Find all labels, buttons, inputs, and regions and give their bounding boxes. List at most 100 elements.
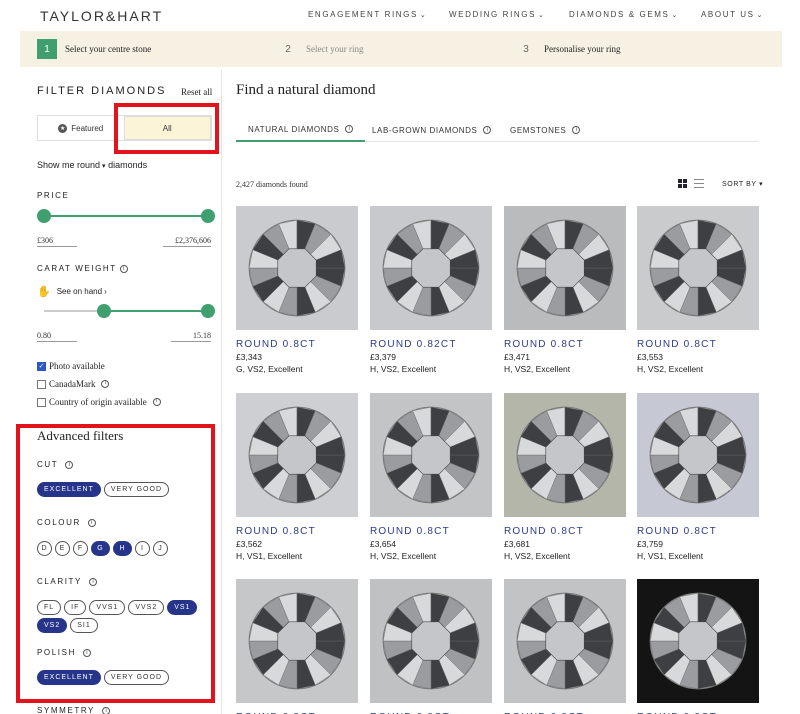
diamond-card[interactable]: ROUND 0.8CT £3,759 H, VS1, Excellent [637,393,759,561]
diamond-image[interactable] [370,579,492,703]
info-icon[interactable]: i [572,126,581,134]
diamond-price: £3,654 [370,539,396,549]
info-icon[interactable]: i [483,126,492,134]
chevron-down-icon: ⌄ [538,12,546,19]
checkbox-icon[interactable] [37,397,46,407]
tab-lab-grown-diamonds[interactable]: LAB-GROWN DIAMONDS i [360,118,503,142]
photo-available-checkbox[interactable]: ✓ Photo available [37,361,105,371]
step-label: Select your centre stone [65,44,152,54]
grid-view-icon[interactable] [678,179,687,188]
diamond-name[interactable]: ROUND 0.8CT [637,339,759,350]
step-3[interactable]: 3 Personalise your ring [516,39,620,59]
info-icon[interactable]: i [119,264,128,273]
diamond-price: £3,681 [504,539,530,549]
carat-weight-label: CARAT WEIGHT i [37,264,128,273]
filter-title: FILTER DIAMONDS [37,85,167,97]
diamond-image[interactable] [504,206,626,330]
chevron-right-icon: › [104,287,107,296]
diamond-name[interactable]: ROUND 0.82CT [370,339,492,350]
logo[interactable]: TAYLOR&HART [40,8,163,24]
diamond-image[interactable] [504,579,626,703]
diamond-image[interactable] [370,206,492,330]
diamond-price: £3,471 [504,352,530,362]
diamond-name[interactable]: ROUND 0.8CT [637,526,759,537]
info-icon[interactable]: i [152,398,161,406]
diamond-image[interactable] [637,579,759,703]
chevron-down-icon: ▾ [100,163,106,170]
list-view-icon[interactable] [694,179,704,188]
nav-diamonds-gems[interactable]: DIAMONDS & GEMS ⌄ [569,10,679,19]
carat-max-handle[interactable] [201,304,215,318]
diamond-card[interactable]: ROUND 0.8CT £3,562 H, VS1, Excellent [236,393,358,561]
carat-min-input[interactable]: 0.80 [37,331,77,342]
diamond-image[interactable] [637,393,759,517]
diamond-image[interactable] [236,206,358,330]
diamond-specs: G, VS2, Excellent [236,364,303,374]
diamond-card[interactable]: ROUND 0.8CT [504,579,626,714]
diamond-card[interactable]: ROUND 0.8CT [236,579,358,714]
chevron-down-icon: ▾ [756,181,764,188]
info-icon[interactable]: i [102,706,110,714]
see-on-hand-link[interactable]: ✋ See on hand › [37,285,107,298]
diamond-specs: H, VS2, Excellent [504,551,571,561]
diamond-card[interactable]: ROUND 0.8CT £3,681 H, VS2, Excellent [504,393,626,561]
diamond-image[interactable] [504,393,626,517]
nav-engagement-rings[interactable]: ENGAGEMENT RINGS ⌄ [308,10,427,19]
diamond-stone [382,592,480,690]
top-navigation: TAYLOR&HART ENGAGEMENT RINGS ⌄ WEDDING RI… [0,0,800,30]
diamond-specs: H, VS2, Excellent [504,364,571,374]
diamond-image[interactable] [370,393,492,517]
shape-dropdown[interactable]: round [77,160,100,170]
chevron-down-icon: ⌄ [419,12,428,19]
info-icon[interactable]: i [101,380,110,388]
carat-max-input[interactable]: 15.18 [171,331,211,342]
diamond-card[interactable]: ROUND 0.8CT [370,579,492,714]
diamond-card[interactable]: ROUND 0.8CT £3,553 H, VS2, Excellent [637,206,759,374]
diamond-card[interactable]: ROUND 0.8CT £3,343 G, VS2, Excellent [236,206,358,374]
canadamark-checkbox[interactable]: CanadaMark i [37,379,110,389]
diamond-card[interactable]: ROUND 0.8CT [637,579,759,714]
price-range-fill [44,215,208,217]
diamond-name[interactable]: ROUND 0.8CT [370,526,492,537]
diamond-specs: H, VS2, Excellent [370,551,437,561]
checkbox-checked-icon[interactable]: ✓ [37,361,46,371]
nav-wedding-rings[interactable]: WEDDING RINGS ⌄ [449,10,546,19]
sort-by-dropdown[interactable]: SORT BY ▾ [722,180,763,188]
diamond-price: £3,379 [370,352,396,362]
diamond-image[interactable] [637,206,759,330]
step-1[interactable]: 1 Select your centre stone [37,39,151,59]
diamond-name[interactable]: ROUND 0.8CT [504,339,626,350]
diamond-stone [649,219,747,317]
tab-natural-diamonds[interactable]: NATURAL DIAMONDS i [236,118,366,142]
step-2[interactable]: 2 Select your ring [278,39,363,59]
diamond-stone [248,406,346,504]
diamond-image[interactable] [236,579,358,703]
price-max-input[interactable]: £2,376,606 [163,236,211,247]
diamond-card[interactable]: ROUND 0.82CT £3,379 H, VS2, Excellent [370,206,492,374]
diamond-card[interactable]: ROUND 0.8CT £3,471 H, VS2, Excellent [504,206,626,374]
info-icon[interactable]: i [345,125,354,133]
country-of-origin-checkbox[interactable]: Country of origin available i [37,397,161,407]
diamond-specs: H, VS2, Excellent [637,364,704,374]
price-min-input[interactable]: £306 [37,236,77,247]
checkbox-icon[interactable] [37,379,46,389]
diamond-stone [382,219,480,317]
diamond-specs: H, VS2, Excellent [370,364,437,374]
shape-selector[interactable]: Show me round ▾ diamonds [37,160,147,170]
diamond-specs: H, VS1, Excellent [236,551,303,561]
diamond-name[interactable]: ROUND 0.8CT [236,526,358,537]
diamond-name[interactable]: ROUND 0.8CT [236,339,358,350]
chevron-down-icon: ⌄ [756,12,765,19]
carat-min-handle[interactable] [97,304,111,318]
tab-gemstones[interactable]: GEMSTONES i [498,118,592,142]
price-max-handle[interactable] [201,209,215,223]
step-number: 2 [285,43,291,55]
diamond-image[interactable] [236,393,358,517]
progress-steps: 1 Select your centre stone 2 Select your… [20,31,782,67]
featured-button[interactable]: ★ Featured [38,116,124,140]
diamond-name[interactable]: ROUND 0.8CT [504,526,626,537]
diamond-card[interactable]: ROUND 0.8CT £3,654 H, VS2, Excellent [370,393,492,561]
reset-all-link[interactable]: Reset all [181,87,212,97]
nav-about-us[interactable]: ABOUT US ⌄ [701,10,764,19]
price-min-handle[interactable] [37,209,51,223]
